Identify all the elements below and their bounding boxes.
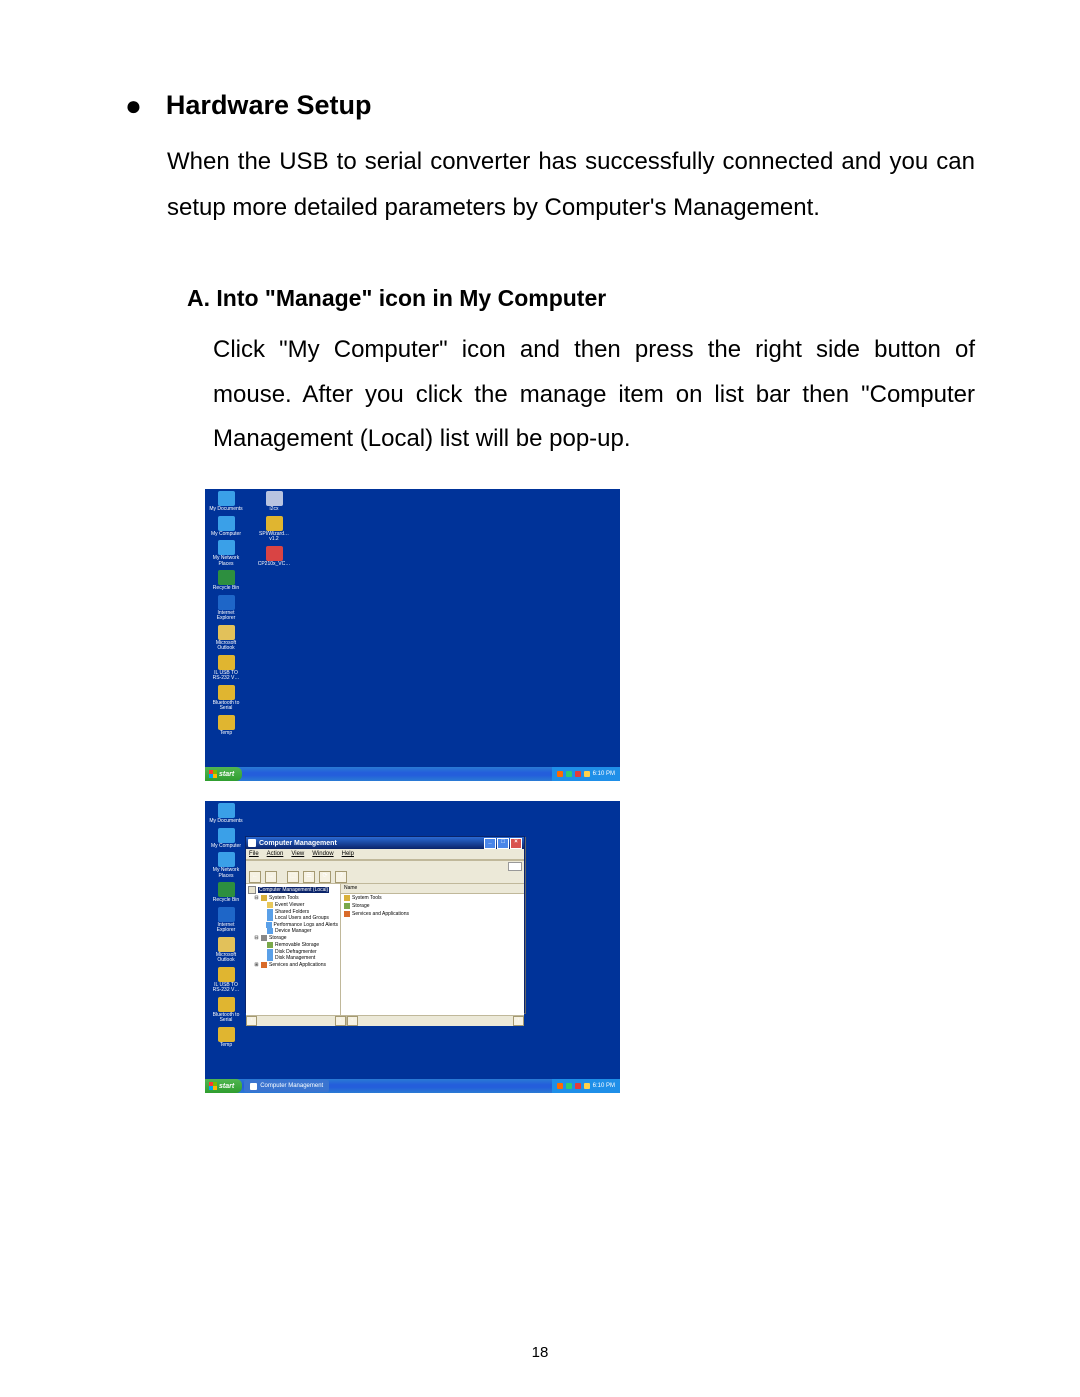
tree-pane[interactable]: Computer Management (Local) ⊟System Tool…	[246, 884, 341, 1015]
app-icon	[248, 839, 256, 847]
page-number: 18	[0, 1344, 1080, 1361]
scroll-left-button[interactable]: ‹	[347, 1016, 358, 1026]
tree-item[interactable]: Disk Defragmenter	[260, 949, 338, 955]
document-page: ● Hardware Setup When the USB to serial …	[0, 0, 1080, 1397]
help-button[interactable]: ?	[335, 871, 347, 883]
desktop-icon[interactable]: My Computer	[209, 516, 243, 538]
desktop-icon[interactable]: Bluetooth to Serial	[209, 997, 243, 1024]
tray-icon	[575, 771, 581, 777]
sub-heading: A. Into "Manage" icon in My Computer	[187, 285, 975, 312]
desktop-icon[interactable]: SPI/Wizard… v1.2	[257, 516, 291, 543]
desktop-icons: My Documents My ComputerMy Network Places…	[209, 803, 243, 1048]
heading-text: Hardware Setup	[166, 90, 372, 121]
taskbar: start 6:10 PM	[205, 767, 620, 781]
menu-help[interactable]: Help	[342, 851, 354, 857]
desktop-icon[interactable]: My Network Places	[209, 852, 243, 879]
scroll-right-button[interactable]: ›	[513, 1016, 524, 1026]
tray-icon	[557, 1083, 563, 1089]
desktop-icon[interactable]: Microsoft Outlook	[209, 625, 243, 652]
clock: 6:10 PM	[593, 1083, 615, 1089]
scroll-right-button[interactable]: ›	[335, 1016, 346, 1026]
tray-icon	[584, 771, 590, 777]
desktop-icon[interactable]: My Network Places	[209, 540, 243, 567]
desktop-icon[interactable]: Internet Explorer	[209, 907, 243, 934]
tree-item[interactable]: ⊞Services and Applications	[254, 962, 338, 968]
desktop-icon[interactable]: i2cx	[257, 491, 291, 513]
tree-item[interactable]: ⊟System Tools	[254, 895, 338, 901]
maximize-button[interactable]: □	[497, 838, 509, 849]
screenshot-desktop: My Documents My ComputerMy Network Places…	[205, 489, 620, 781]
list-header[interactable]: Name	[341, 884, 524, 894]
tree-item[interactable]: Performance Logs and Alerts	[260, 922, 338, 928]
start-button[interactable]: start	[205, 767, 242, 781]
tree-item[interactable]: Device Manager	[260, 928, 338, 934]
tree-item[interactable]: Local Users and Groups	[260, 915, 338, 921]
section-heading: ● Hardware Setup	[125, 90, 975, 121]
tray-icon	[557, 771, 563, 777]
system-tray: 6:10 PM	[552, 767, 620, 781]
list-pane[interactable]: Name System ToolsStorageServices and App…	[341, 884, 524, 1015]
window-title: Computer Management	[259, 840, 337, 847]
menu-view[interactable]: View	[291, 851, 304, 857]
desktop-icon[interactable]: My Documents	[209, 491, 243, 513]
intro-paragraph: When the USB to serial converter has suc…	[167, 139, 975, 230]
close-button[interactable]: ×	[510, 838, 522, 849]
horizontal-scrollbar[interactable]: ‹ › ‹ ›	[246, 1015, 524, 1026]
desktop-icon[interactable]: My Computer	[209, 828, 243, 850]
list-item[interactable]: Services and Applications	[341, 910, 524, 918]
inner-restore-button[interactable]	[508, 862, 522, 871]
menu-bar: File Action View Window Help	[246, 849, 524, 860]
desktop-icon[interactable]: CP210x_VC…	[257, 546, 291, 568]
tree-item[interactable]: Disk Management	[260, 955, 338, 961]
desktop-icon[interactable]: IL USB TO RS-232 V…	[209, 967, 243, 994]
computer-management-window: Computer Management _ □ × File Action Vi…	[245, 836, 525, 1013]
bullet-icon: ●	[125, 92, 142, 120]
tray-icon	[584, 1083, 590, 1089]
up-button[interactable]: ⬚	[287, 871, 299, 883]
desktop-icon[interactable]: Temp	[209, 715, 243, 737]
menu-window[interactable]: Window	[312, 851, 333, 857]
desktop-icon[interactable]: Bluetooth to Serial	[209, 685, 243, 712]
taskbar-item[interactable]: Computer Management	[244, 1080, 329, 1092]
list-item[interactable]: System Tools	[341, 894, 524, 902]
clock: 6:10 PM	[593, 771, 615, 777]
tray-icon	[566, 1083, 572, 1089]
inner-titlebar	[246, 860, 524, 871]
sub-paragraph: Click "My Computer" icon and then press …	[213, 328, 975, 461]
screenshot-computer-management: My Documents My ComputerMy Network Places…	[205, 801, 620, 1093]
back-button[interactable]: ←	[249, 871, 261, 883]
desktop-icon[interactable]: Recycle Bin	[209, 570, 243, 592]
menu-action[interactable]: Action	[267, 851, 284, 857]
tree-item[interactable]: Removable Storage	[260, 942, 338, 948]
tree-item[interactable]: ⊟Storage	[254, 935, 338, 941]
taskbar: start Computer Management 6:10 PM	[205, 1079, 620, 1093]
start-button[interactable]: start	[205, 1079, 242, 1093]
tray-icon	[566, 771, 572, 777]
scroll-left-button[interactable]: ‹	[246, 1016, 257, 1026]
desktop-icon[interactable]: My Documents	[209, 803, 243, 825]
toolbar: ← → ⬚ ☰ ⟳ ?	[246, 871, 524, 884]
desktop-icon[interactable]: Recycle Bin	[209, 882, 243, 904]
desktop-icon[interactable]: Temp	[209, 1027, 243, 1049]
menu-file[interactable]: File	[249, 851, 259, 857]
minimize-button[interactable]: _	[484, 838, 496, 849]
forward-button[interactable]: →	[265, 871, 277, 883]
properties-button[interactable]: ☰	[303, 871, 315, 883]
tray-icon	[575, 1083, 581, 1089]
tree-item[interactable]: Shared Folders	[260, 909, 338, 915]
window-titlebar: Computer Management _ □ ×	[246, 837, 524, 849]
system-tray: 6:10 PM	[552, 1079, 620, 1093]
desktop-icon[interactable]: IL USB TO RS-232 V…	[209, 655, 243, 682]
tree-item[interactable]: Event Viewer	[260, 902, 338, 908]
desktop-icons: My Documents My ComputerMy Network Places…	[209, 491, 291, 736]
desktop-icon[interactable]: Internet Explorer	[209, 595, 243, 622]
tree-root[interactable]: Computer Management (Local)	[258, 887, 329, 893]
list-item[interactable]: Storage	[341, 902, 524, 910]
refresh-button[interactable]: ⟳	[319, 871, 331, 883]
desktop-icon[interactable]: Microsoft Outlook	[209, 937, 243, 964]
